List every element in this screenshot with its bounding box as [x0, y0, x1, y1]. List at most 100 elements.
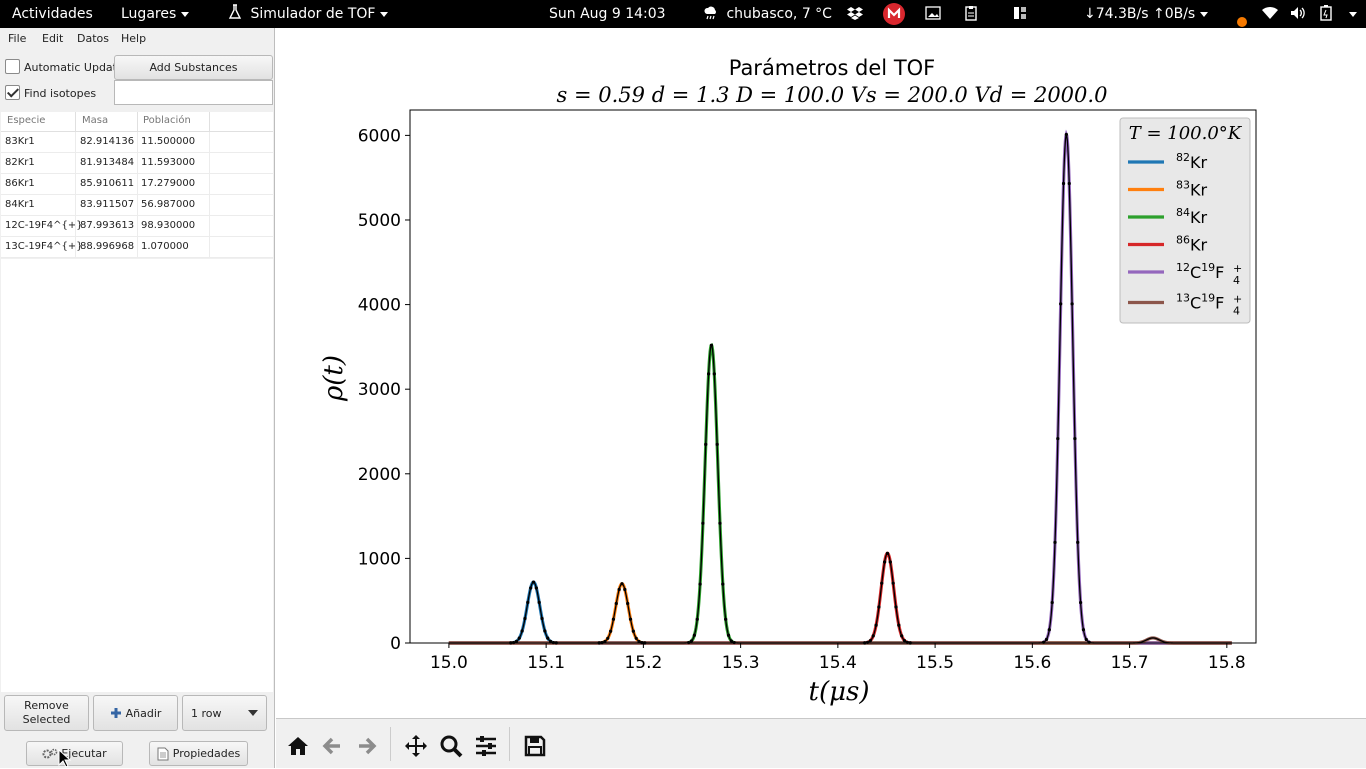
x-tick-label: 15.5	[916, 653, 954, 673]
save-icon[interactable]	[523, 734, 547, 758]
cell-masa: 85.910611	[80, 178, 135, 189]
cell-poblacion: 1.070000	[141, 241, 189, 252]
plot-canvas[interactable]: Parámetros del TOF s = 0.59 d = 1.3 D = …	[276, 28, 1366, 718]
data-point	[520, 629, 524, 633]
find-isotopes-checkbox[interactable]	[5, 85, 20, 100]
data-point	[606, 636, 610, 640]
data-point	[631, 629, 635, 633]
x-tick-label: 15.2	[624, 653, 662, 673]
x-axis-ticks: 15.0 15.1 15.2 15.3 15.4 15.5 15.6 15.7 15.8	[430, 643, 1246, 673]
data-point	[880, 581, 884, 585]
activities-button[interactable]: Actividades	[12, 0, 93, 28]
menu-edit[interactable]: Edit	[42, 32, 63, 45]
cell-especie: 86Kr1	[5, 178, 35, 189]
weather-label: chubasco, 7 °C	[726, 6, 832, 22]
data-point	[1047, 628, 1051, 632]
table-row[interactable]: 82Kr1 81.913484 11.593000	[1, 153, 273, 174]
data-point	[1050, 600, 1054, 605]
notification-dot-icon[interactable]	[1237, 9, 1247, 27]
column-header-masa[interactable]: Masa	[82, 115, 108, 126]
add-substances-button[interactable]: Add Substances	[114, 55, 273, 80]
x-tick-label: 15.7	[1111, 653, 1149, 673]
data-point	[709, 343, 714, 347]
series-line-83Kr	[448, 582, 1232, 645]
chart-subtitle: s = 0.59 d = 1.3 D = 100.0 Vs = 200.0 Vd…	[557, 83, 1108, 107]
menu-file[interactable]: File	[8, 32, 26, 45]
table-row[interactable]: 83Kr1 82.914136 11.500000	[1, 132, 273, 153]
cell-poblacion: 17.279000	[141, 178, 196, 189]
data-point	[614, 601, 618, 606]
data-point	[871, 634, 875, 638]
data-point	[617, 587, 621, 592]
system-menu[interactable]	[1344, 0, 1357, 28]
network-speed[interactable]: ↓74.3B/s ↑0B/s	[1084, 0, 1209, 28]
app-menu[interactable]: Simulador de TOF	[228, 0, 389, 28]
data-point	[1079, 600, 1083, 605]
data-point	[729, 639, 733, 643]
add-button[interactable]: Añadir	[93, 695, 178, 731]
weather-indicator[interactable]: chubasco, 7 °C	[703, 0, 832, 28]
battery-icon[interactable]	[1320, 0, 1332, 28]
series-line-13C19F4+	[448, 636, 1232, 645]
pan-icon[interactable]	[404, 734, 428, 758]
table-row[interactable]: 86Kr1 85.910611 17.279000	[1, 174, 273, 195]
flask-icon	[228, 4, 242, 19]
volume-icon[interactable]	[1290, 0, 1306, 28]
data-point	[517, 636, 521, 640]
system-top-bar: Actividades Lugares Simulador de TOF Sun…	[0, 0, 1366, 28]
automatic-update-label: Automatic Update	[24, 61, 124, 74]
chevron-down-icon	[380, 11, 389, 17]
clock[interactable]: Sun Aug 9 14:03	[549, 0, 666, 28]
back-arrow-icon[interactable]	[320, 734, 344, 758]
zoom-icon[interactable]	[439, 734, 463, 758]
panel-icon[interactable]	[1013, 0, 1027, 28]
cell-especie: 83Kr1	[5, 136, 35, 147]
forward-arrow-icon[interactable]	[355, 734, 379, 758]
series-layer	[448, 129, 1232, 645]
cell-especie: 84Kr1	[5, 199, 35, 210]
automatic-update-checkbox[interactable]	[5, 59, 20, 74]
cell-especie: 12C-19F4^{+}	[5, 220, 83, 231]
run-button[interactable]: Ejecutar	[26, 741, 123, 766]
image-viewer-icon[interactable]	[925, 0, 941, 28]
rows-select[interactable]: 1 row	[182, 695, 267, 731]
table-row[interactable]: 84Kr1 83.911507 56.987000	[1, 195, 273, 216]
places-menu[interactable]: Lugares	[121, 0, 190, 28]
data-point	[543, 629, 547, 633]
series-line-82Kr	[448, 580, 1232, 645]
table-row[interactable]: 12C-19F4^{+} 87.993613 98.930000	[1, 216, 273, 237]
clock-label: Sun Aug 9 14:03	[549, 6, 666, 22]
clipboard-icon[interactable]	[964, 0, 978, 28]
menu-datos[interactable]: Datos	[77, 32, 109, 45]
data-point	[1081, 628, 1086, 632]
chevron-down-icon	[248, 710, 258, 716]
data-point	[726, 633, 731, 637]
column-header-especie[interactable]: Especie	[7, 115, 45, 126]
column-header-poblacion[interactable]: Población	[143, 115, 191, 126]
gears-icon	[42, 748, 58, 758]
y-tick-label: 2000	[358, 465, 401, 485]
data-point	[526, 600, 530, 604]
data-point	[1076, 540, 1080, 544]
mega-icon[interactable]	[882, 2, 906, 26]
menu-help[interactable]: Help	[121, 32, 146, 45]
data-point	[891, 581, 895, 585]
data-point	[877, 605, 881, 609]
data-point	[634, 636, 638, 640]
home-icon[interactable]	[286, 734, 310, 758]
data-point	[885, 551, 890, 555]
isotope-search-input[interactable]	[114, 80, 273, 105]
plus-icon	[110, 708, 121, 718]
dropbox-icon[interactable]	[847, 0, 863, 28]
cell-poblacion: 56.987000	[141, 199, 196, 210]
configure-subplots-icon[interactable]	[474, 734, 498, 758]
wifi-icon[interactable]	[1262, 0, 1278, 28]
properties-button[interactable]: Propiedades	[149, 741, 248, 766]
x-tick-label: 15.0	[430, 653, 468, 673]
data-point	[695, 617, 699, 621]
table-row[interactable]: 13C-19F4^{+} 88.996968 1.070000	[1, 237, 273, 258]
data-point	[1070, 302, 1074, 306]
data-point	[628, 617, 633, 621]
data-point	[715, 442, 719, 446]
remove-selected-button[interactable]: Remove Selected	[4, 695, 89, 731]
